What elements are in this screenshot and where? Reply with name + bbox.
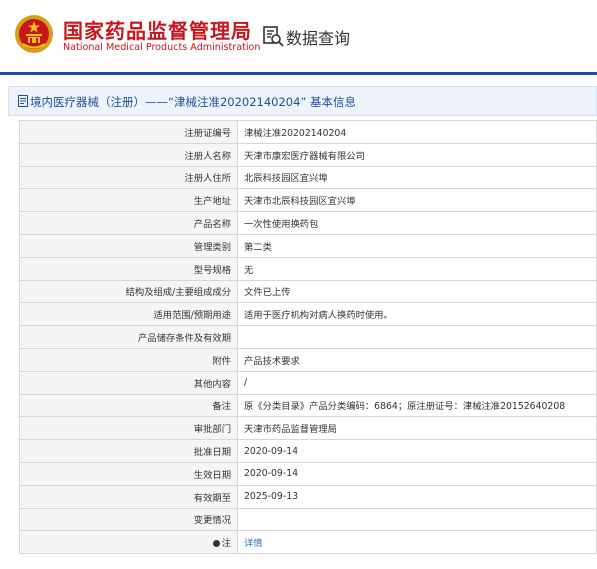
row-value: 津械注准20202140204 [237, 120, 597, 144]
row-label: 有效期至 [19, 484, 238, 509]
table-row: 生产地址 天津市北辰科技园区宜兴埠 [19, 188, 597, 213]
row-value: 文件已上传 [237, 279, 597, 304]
section-title: 境内医疗器械（注册）——“津械注准20202140204” 基本信息 [30, 95, 357, 109]
table-row: 备注 原《分类目录》产品分类编码：6864；原注册证号：津械注准201526402… [19, 393, 597, 418]
row-label: 备注 [19, 393, 238, 418]
row-value: 一次性使用换药包 [237, 211, 597, 235]
row-value: 原《分类目录》产品分类编码：6864；原注册证号：津械注准20152640208 [237, 393, 597, 418]
registration-info-table: 注册证编号 津械注准20202140204 注册人名称 天津市康宏医疗器械有限公司 … [19, 120, 597, 555]
row-label: 注册人名称 [19, 142, 238, 167]
row-value: 天津市康宏医疗器械有限公司 [237, 142, 597, 167]
row-label: 型号规格 [19, 256, 238, 281]
row-label: 结构及组成/主要组成成分 [19, 279, 238, 304]
table-row: 产品名称 一次性使用换药包 [19, 211, 597, 235]
table-row: 注册人住所 北辰科技园区宜兴埠 [19, 165, 597, 190]
table-row: 其他内容 / [19, 370, 597, 395]
table-row: 结构及组成/主要组成成分 文件已上传 [19, 279, 597, 304]
details-link[interactable]: 详情 [244, 538, 263, 549]
table-row: 附件 产品技术要求 [19, 347, 597, 372]
national-emblem-icon [15, 15, 53, 53]
row-value: 北辰科技园区宜兴埠 [237, 165, 597, 190]
row-label: 审批部门 [19, 416, 238, 441]
row-label: 产品名称 [19, 211, 238, 235]
row-value [237, 507, 597, 532]
site-header: 国家药品监督管理局 National Medical Products Admi… [0, 0, 597, 72]
table-row: 产品储存条件及有效期 [19, 325, 597, 349]
row-label: 批准日期 [19, 439, 238, 463]
data-query-link[interactable]: 数据查询 [286, 25, 350, 49]
row-label: 产品储存条件及有效期 [19, 325, 238, 349]
site-title: 国家药品监督管理局 [63, 19, 252, 43]
table-row: 变更情况 [19, 507, 597, 532]
table-row: 有效期至 2025-09-13 [19, 484, 597, 509]
row-label: 生效日期 [19, 461, 238, 486]
row-value: 适用于医疗机构对病人换药时使用。 [237, 302, 597, 327]
row-label: 生产地址 [19, 188, 238, 213]
row-value: 2020-09-14 [237, 439, 597, 463]
document-icon [18, 95, 28, 107]
row-label: 适用范围/预期用途 [19, 302, 238, 327]
note-icon [212, 540, 220, 548]
row-value [237, 325, 597, 349]
row-label: 注册证编号 [19, 120, 238, 144]
table-row: 注册证编号 津械注准20202140204 [19, 120, 597, 144]
row-value: 天津市北辰科技园区宜兴埠 [237, 188, 597, 213]
table-row: 批准日期 2020-09-14 [19, 439, 597, 463]
row-value: 产品技术要求 [237, 347, 597, 372]
table-row: 适用范围/预期用途 适用于医疗机构对病人换药时使用。 [19, 302, 597, 327]
row-value: 详情 [237, 530, 597, 555]
row-label: 注 [19, 530, 238, 555]
row-label: 附件 [19, 347, 238, 372]
note-label: 注 [221, 538, 231, 550]
row-value: 天津市药品监督管理局 [237, 416, 597, 441]
row-value: 2025-09-13 [237, 484, 597, 509]
table-row: 型号规格无 [19, 256, 597, 281]
section-titlebar: 境内医疗器械（注册）——“津械注准20202140204” 基本信息 [8, 86, 597, 116]
table-row: 注 详情 [19, 530, 597, 555]
table-row: 注册人名称 天津市康宏医疗器械有限公司 [19, 142, 597, 167]
table-row: 生效日期 2020-09-14 [19, 461, 597, 486]
data-query-icon [263, 26, 284, 47]
row-value: 2020-09-14 [237, 461, 597, 486]
table-row: 审批部门 天津市药品监督管理局 [19, 416, 597, 441]
row-label: 管理类别 [19, 233, 238, 258]
row-label: 变更情况 [19, 507, 238, 532]
table-row: 管理类别 第二类 [19, 233, 597, 258]
row-label: 其他内容 [19, 370, 238, 395]
row-value: 第二类 [237, 233, 597, 258]
row-label: 注册人住所 [19, 165, 238, 190]
site-subtitle: National Medical Products Administration [63, 42, 261, 53]
row-value: / [237, 370, 597, 395]
row-value: 无 [237, 256, 597, 281]
